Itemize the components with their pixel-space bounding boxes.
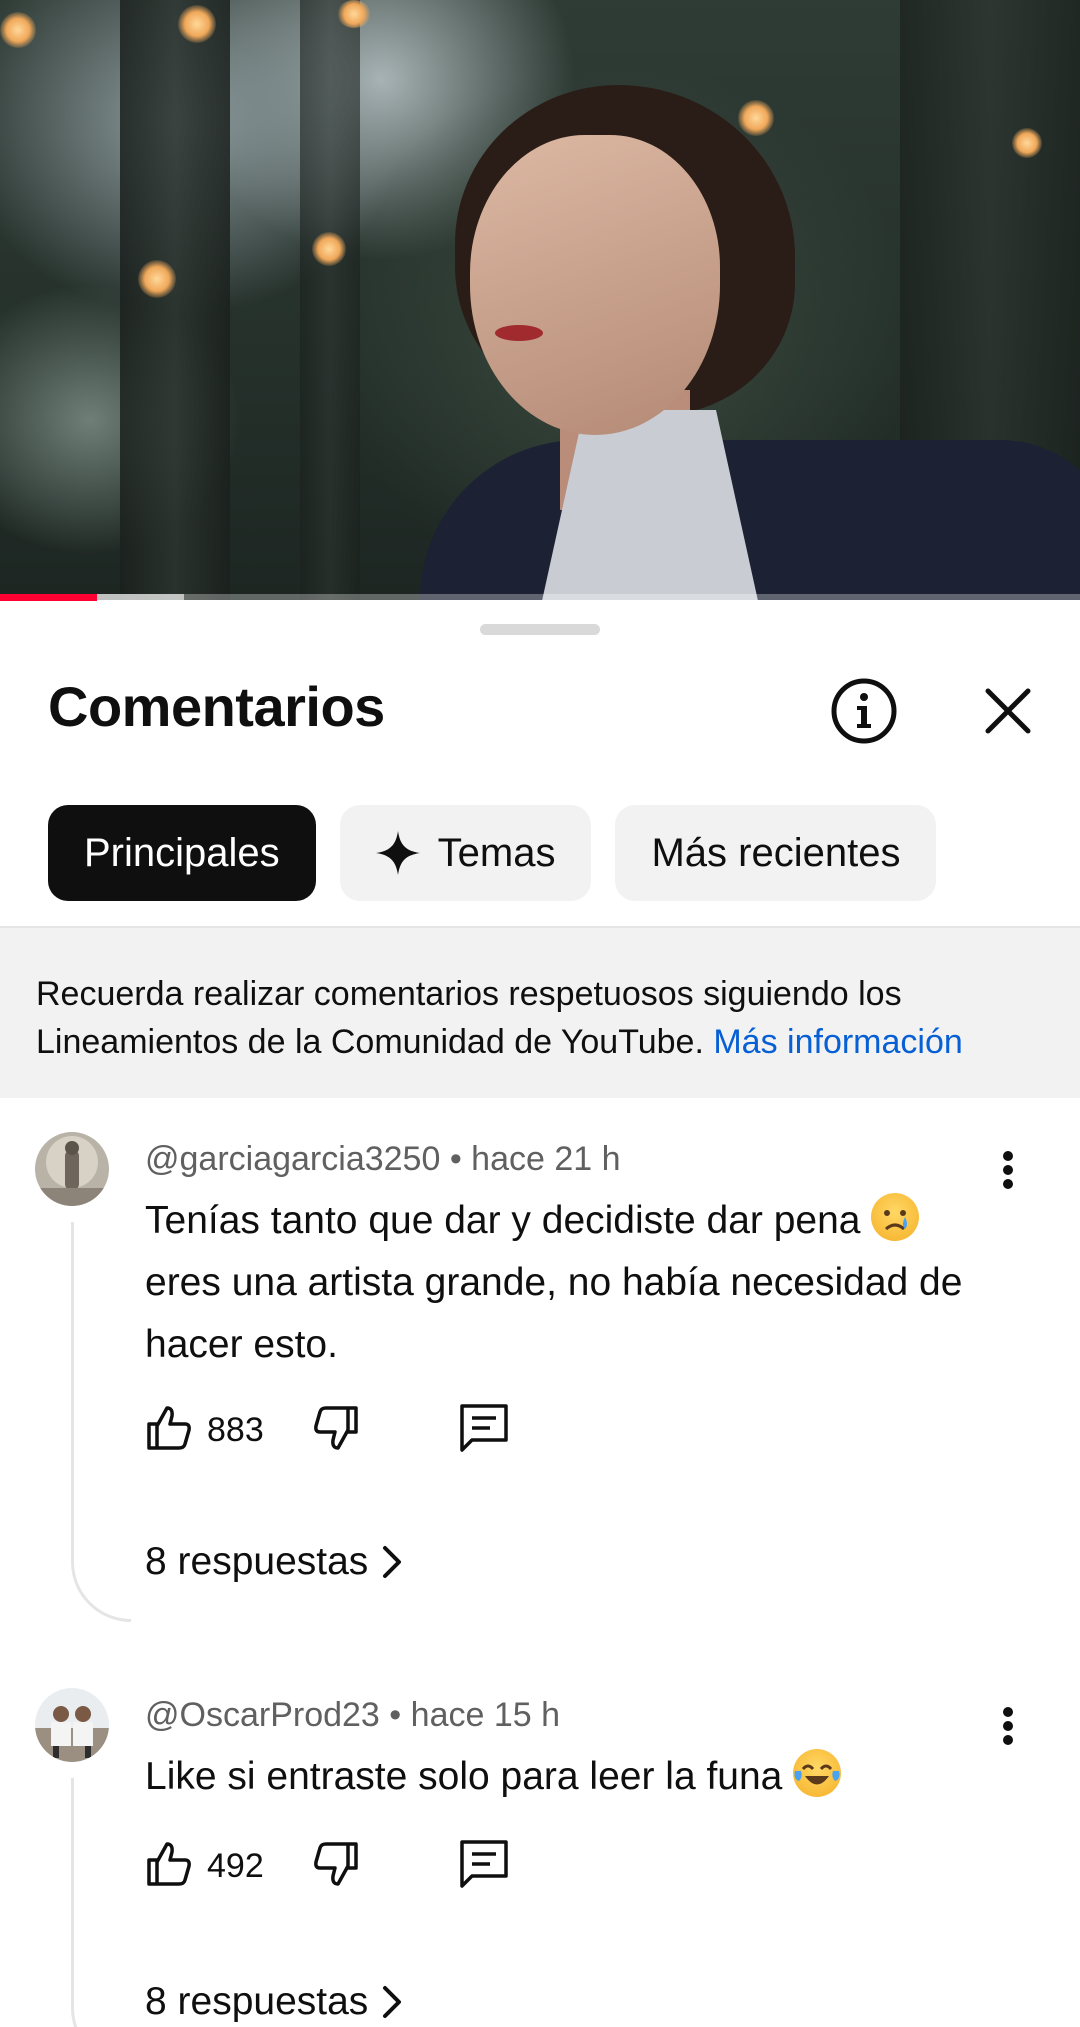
community-notice: Recuerda realizar comentarios respetuoso… [0,928,1080,1098]
more-options-icon[interactable] [986,1140,1030,1200]
bokeh-light [738,100,774,136]
meta-separator: • [389,1696,411,1734]
info-icon[interactable] [829,676,899,746]
more-info-link[interactable]: Más información [713,1023,962,1061]
bokeh-light [337,0,371,28]
avatar[interactable] [35,1132,109,1206]
chip-label: Temas [437,830,556,875]
bokeh-light [138,260,176,298]
comment-text: Like si entraste solo para leer la funa [145,1746,985,1808]
background-tree [120,0,230,600]
crying-face-emoji [871,1193,920,1241]
comment-meta: @OscarProd23 • hace 15 h [145,1696,560,1735]
replies-label: 8 respuestas [145,1540,369,1583]
bokeh-light [1012,128,1042,158]
comment-body-cont: eres una artista grande, no había necesi… [145,1261,963,1366]
comment-author[interactable]: @garciagarcia3250 [145,1140,440,1178]
comment-body: Like si entraste solo para leer la funa [145,1755,783,1798]
close-icon[interactable] [973,676,1043,746]
chip-label: Más recientes [651,830,901,875]
chip-mas-recientes[interactable]: Más recientes [615,805,937,901]
comment-reply-icon [458,1402,510,1459]
thumbs-up-icon [145,1404,193,1457]
sheet-title: Comentarios [48,675,385,738]
thread-line [71,1778,131,2027]
tears-of-joy-emoji [793,1749,842,1797]
comment-time: hace 15 h [410,1696,561,1734]
comment-author[interactable]: @OscarProd23 [145,1696,380,1734]
like-count: 492 [207,1846,264,1885]
person-lips [495,325,543,341]
sparkle-icon [375,831,420,875]
dislike-button[interactable] [312,1404,360,1457]
drag-handle[interactable] [480,624,600,635]
filter-chips: Principales Temas Más recientes [48,805,937,901]
replies-button[interactable]: 8 respuestas [145,1540,402,1584]
thumbs-down-icon [312,1404,360,1457]
comment-reply-icon [458,1838,510,1895]
like-button[interactable]: 883 [145,1404,264,1457]
thumbs-up-icon [145,1840,193,1893]
meta-separator: • [449,1140,472,1178]
video-progress-bar[interactable] [0,594,1080,601]
chevron-right-icon [382,1545,402,1579]
chip-temas[interactable]: Temas [339,805,592,901]
thread-line [71,1222,131,1622]
comment-body: Tenías tanto que dar y decidiste dar pen… [145,1199,861,1242]
person-face [470,135,720,435]
comment-text: Tenías tanto que dar y decidiste dar pen… [145,1190,985,1376]
comment-item: @garciagarcia3250 • hace 21 h Tenías tan… [0,1132,1080,1632]
reply-button[interactable] [458,1402,510,1459]
bokeh-light [312,232,346,266]
like-count: 883 [207,1410,264,1449]
thumbs-down-icon [312,1840,360,1893]
replies-button[interactable]: 8 respuestas [145,1980,402,2024]
background-tree [300,0,360,600]
comment-actions: 492 [145,1836,510,1896]
bokeh-light [0,12,36,48]
comment-time: hace 21 h [471,1140,621,1178]
avatar[interactable] [35,1688,109,1762]
played-bar [0,594,98,601]
comments-sheet: Comentarios Principales Temas Más recien… [0,602,1080,2027]
chip-principales[interactable]: Principales [48,805,316,901]
chip-label: Principales [84,830,280,875]
replies-label: 8 respuestas [145,1980,369,2023]
reply-button[interactable] [458,1838,510,1895]
dislike-button[interactable] [312,1840,360,1893]
comment-actions: 883 [145,1400,510,1460]
video-player[interactable] [0,0,1080,600]
like-button[interactable]: 492 [145,1840,264,1893]
bokeh-light [178,5,216,43]
comment-meta: @garciagarcia3250 • hace 21 h [145,1140,621,1179]
chevron-right-icon [382,1985,402,2019]
comment-item: @OscarProd23 • hace 15 h Like si entrast… [0,1688,1080,2027]
more-options-icon[interactable] [986,1696,1030,1756]
